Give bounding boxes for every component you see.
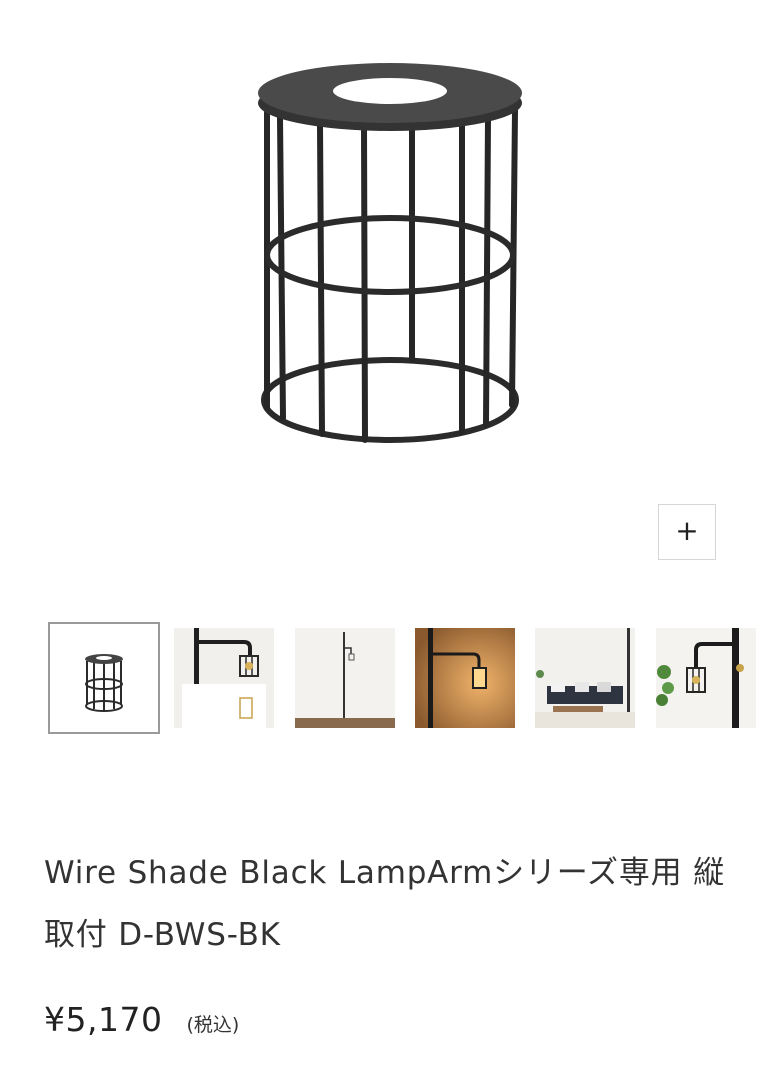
- product-title: Wire Shade Black LampArmシリーズ専用 縦取付 D-BWS…: [44, 855, 725, 953]
- thumbnail-2[interactable]: [174, 628, 274, 728]
- thumbnail-5[interactable]: [535, 628, 635, 728]
- thumbnail-strip: [0, 622, 782, 737]
- thumbnail-1[interactable]: [48, 622, 160, 734]
- thumbnail-6[interactable]: [656, 628, 756, 728]
- thumbnail-4[interactable]: [415, 628, 515, 728]
- thumbnail-3[interactable]: [295, 628, 395, 728]
- tax-note: (税込): [186, 1014, 240, 1036]
- plus-icon: +: [675, 514, 699, 547]
- zoom-button[interactable]: +: [658, 504, 716, 560]
- price-row: ¥5,170 (税込): [44, 1000, 239, 1039]
- product-price: ¥5,170: [44, 1000, 163, 1039]
